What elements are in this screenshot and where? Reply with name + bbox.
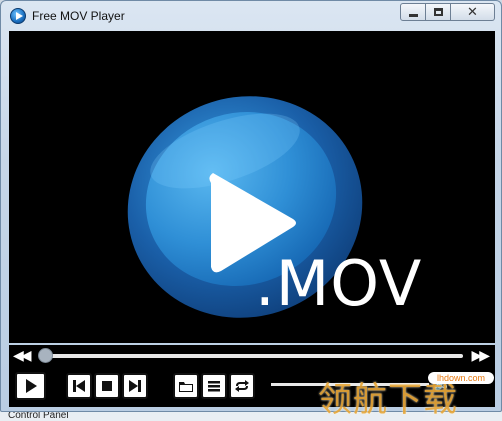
player-window: Free MOV Player ✕ .MOV ◀◀ ▶▶ xyxy=(0,0,502,412)
next-button[interactable] xyxy=(122,373,148,399)
minimize-icon xyxy=(408,13,418,17)
fast-forward-icon[interactable]: ▶▶ xyxy=(471,348,489,364)
maximize-icon xyxy=(433,8,443,16)
folder-icon xyxy=(179,382,193,392)
play-button[interactable] xyxy=(15,372,46,400)
title-bar[interactable]: Free MOV Player ✕ xyxy=(1,1,501,31)
open-file-button[interactable] xyxy=(173,373,199,399)
repeat-button[interactable] xyxy=(229,373,255,399)
window-controls: ✕ xyxy=(400,3,495,21)
playlist-icon xyxy=(208,381,220,392)
minimize-button[interactable] xyxy=(400,3,426,21)
watermark-site-badge: lhdown.com xyxy=(428,372,494,384)
stop-button[interactable] xyxy=(94,373,120,399)
video-area[interactable]: .MOV xyxy=(9,31,495,343)
previous-icon xyxy=(73,380,85,392)
seek-track[interactable] xyxy=(45,354,463,358)
app-icon xyxy=(10,8,26,24)
seek-bar-row: ◀◀ ▶▶ xyxy=(9,345,495,367)
stop-icon xyxy=(102,381,112,391)
maximize-button[interactable] xyxy=(426,3,451,21)
next-icon xyxy=(129,380,141,392)
close-icon: ✕ xyxy=(467,4,478,20)
repeat-icon xyxy=(235,380,249,392)
mov-overlay-text: .MOV xyxy=(255,247,423,320)
playlist-button[interactable] xyxy=(201,373,227,399)
previous-button[interactable] xyxy=(66,373,92,399)
seek-handle[interactable] xyxy=(38,348,53,363)
play-icon xyxy=(25,379,37,393)
close-button[interactable]: ✕ xyxy=(451,3,495,21)
rewind-icon[interactable]: ◀◀ xyxy=(13,348,31,364)
window-title: Free MOV Player xyxy=(32,9,125,23)
